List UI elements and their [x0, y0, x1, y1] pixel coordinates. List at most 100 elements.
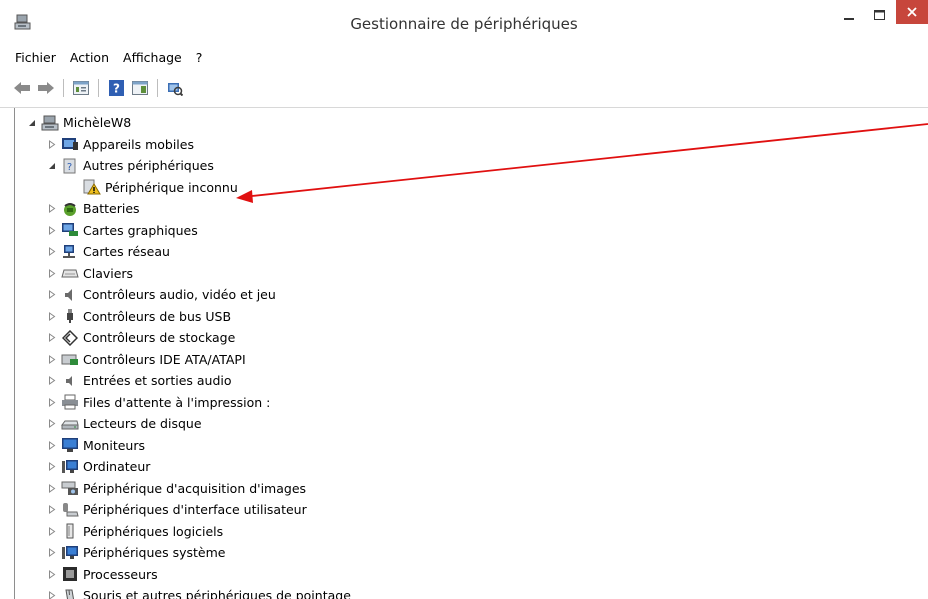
- collapsed-triangle-icon[interactable]: [45, 202, 59, 216]
- back-arrow-icon[interactable]: [12, 78, 32, 98]
- properties-icon[interactable]: [71, 78, 91, 98]
- audio-io-icon: [61, 373, 79, 389]
- tree-node-unknown-device[interactable]: Périphérique inconnu: [15, 177, 351, 199]
- collapsed-triangle-icon[interactable]: [45, 137, 59, 151]
- tree-node-label: Contrôleurs de bus USB: [83, 308, 232, 324]
- tree-node-display-adapters[interactable]: Cartes graphiques: [15, 220, 351, 242]
- tree-node-network-adapters[interactable]: Cartes réseau: [15, 241, 351, 263]
- tree-node-processors[interactable]: Processeurs: [15, 564, 351, 586]
- menu-affichage[interactable]: Affichage: [116, 50, 189, 65]
- collapsed-triangle-icon[interactable]: [45, 460, 59, 474]
- collapsed-triangle-icon[interactable]: [45, 309, 59, 323]
- collapsed-triangle-icon[interactable]: [45, 374, 59, 388]
- tree-node-label: Entrées et sorties audio: [83, 373, 232, 389]
- collapsed-triangle-icon[interactable]: [45, 481, 59, 495]
- hid-icon: [61, 502, 79, 518]
- collapsed-triangle-icon[interactable]: [45, 417, 59, 431]
- collapsed-triangle-icon[interactable]: [45, 223, 59, 237]
- tree-node-label: Périphériques logiciels: [83, 523, 224, 539]
- toolbar-separator: [157, 78, 158, 97]
- menu-action[interactable]: Action: [63, 50, 116, 65]
- collapsed-triangle-icon[interactable]: [45, 503, 59, 517]
- close-icon: [907, 7, 917, 17]
- mouse-icon: [61, 588, 79, 599]
- minimize-button[interactable]: [836, 4, 862, 26]
- tree-node-label: Files d'attente à l'impression :: [83, 394, 271, 410]
- svg-text:?: ?: [113, 81, 120, 95]
- tree-node-system-devices[interactable]: Périphériques système: [15, 542, 351, 564]
- tree-node-label: Claviers: [83, 265, 134, 281]
- tree-node-label: Batteries: [83, 201, 140, 217]
- battery-icon: [61, 201, 79, 217]
- tree-node-batteries[interactable]: Batteries: [15, 198, 351, 220]
- expanded-triangle-icon[interactable]: [45, 159, 59, 173]
- svg-text:?: ?: [67, 162, 72, 173]
- collapsed-triangle-icon[interactable]: [45, 266, 59, 280]
- scanner-camera-icon: [61, 480, 79, 496]
- tree-node-storage-controllers[interactable]: Contrôleurs de stockage: [15, 327, 351, 349]
- printer-icon: [61, 394, 79, 410]
- device-tree: MichèleW8 Appareils mobiles ? Autres pér…: [15, 112, 351, 599]
- keyboard-icon: [61, 265, 79, 281]
- collapsed-triangle-icon[interactable]: [45, 288, 59, 302]
- tree-node-label: Périphériques d'interface utilisateur: [83, 502, 307, 518]
- scan-hardware-icon[interactable]: [165, 78, 185, 98]
- collapsed-triangle-icon[interactable]: [45, 395, 59, 409]
- expanded-triangle-icon[interactable]: [25, 116, 39, 130]
- tree-node-sound-controllers[interactable]: Contrôleurs audio, vidéo et jeu: [15, 284, 351, 306]
- disk-drive-icon: [61, 416, 79, 432]
- tree-node-audio-io[interactable]: Entrées et sorties audio: [15, 370, 351, 392]
- tree-node-computer[interactable]: Ordinateur: [15, 456, 351, 478]
- tree-node-label: Appareils mobiles: [83, 136, 194, 152]
- collapsed-triangle-icon[interactable]: [45, 438, 59, 452]
- toolbar-separator: [98, 78, 99, 97]
- menu-help[interactable]: ?: [189, 50, 210, 65]
- tree-node-label: Processeurs: [83, 566, 158, 582]
- show-hide-icon[interactable]: [130, 78, 150, 98]
- title-bar: Gestionnaire de périphériques: [0, 0, 928, 46]
- close-button[interactable]: [896, 0, 928, 24]
- tree-node-disk-drives[interactable]: Lecteurs de disque: [15, 413, 351, 435]
- tree-node-mobile[interactable]: Appareils mobiles: [15, 134, 351, 156]
- collapsed-triangle-icon[interactable]: [45, 546, 59, 560]
- tree-node-print-queues[interactable]: Files d'attente à l'impression :: [15, 392, 351, 414]
- tree-root-node[interactable]: MichèleW8: [15, 112, 351, 134]
- forward-arrow-icon[interactable]: [36, 78, 56, 98]
- collapsed-triangle-icon[interactable]: [45, 524, 59, 538]
- computer-monitor-icon: [61, 459, 79, 475]
- collapsed-triangle-icon[interactable]: [45, 245, 59, 259]
- tree-node-label: Ordinateur: [83, 459, 151, 475]
- tree-node-hid[interactable]: Périphériques d'interface utilisateur: [15, 499, 351, 521]
- tree-node-label: Moniteurs: [83, 437, 145, 453]
- collapsed-triangle-icon[interactable]: [45, 567, 59, 581]
- storage-controller-icon: [61, 329, 79, 346]
- collapsed-triangle-icon[interactable]: [45, 331, 59, 345]
- tree-node-monitors[interactable]: Moniteurs: [15, 435, 351, 457]
- toolbar-separator: [63, 78, 64, 97]
- tree-node-label: Contrôleurs de stockage: [83, 330, 236, 346]
- mobile-device-icon: [61, 136, 79, 152]
- speaker-icon: [61, 287, 79, 303]
- tree-node-keyboards[interactable]: Claviers: [15, 263, 351, 285]
- tree-node-usb-controllers[interactable]: Contrôleurs de bus USB: [15, 306, 351, 328]
- menu-fichier[interactable]: Fichier: [8, 50, 63, 65]
- system-device-icon: [61, 545, 79, 561]
- help-icon[interactable]: ?: [106, 78, 126, 98]
- tree-node-label: Lecteurs de disque: [83, 416, 202, 432]
- tree-node-software-devices[interactable]: Périphériques logiciels: [15, 521, 351, 543]
- maximize-button[interactable]: [866, 4, 892, 26]
- toolbar: ?: [0, 68, 928, 108]
- tree-node-other-devices[interactable]: ? Autres périphériques: [15, 155, 351, 177]
- tree-node-mice[interactable]: Souris et autres périphériques de pointa…: [15, 585, 351, 599]
- tree-node-label: Cartes réseau: [83, 244, 170, 260]
- software-device-icon: [61, 523, 79, 539]
- unknown-device-icon: ?: [61, 158, 79, 174]
- window-title: Gestionnaire de périphériques: [350, 15, 578, 33]
- collapsed-triangle-icon[interactable]: [45, 352, 59, 366]
- monitor-icon: [61, 437, 79, 453]
- tree-node-ide-controllers[interactable]: Contrôleurs IDE ATA/ATAPI: [15, 349, 351, 371]
- collapsed-triangle-icon[interactable]: [45, 589, 59, 599]
- tree-node-imaging-devices[interactable]: Périphérique d'acquisition d'images: [15, 478, 351, 500]
- tree-node-label: MichèleW8: [63, 115, 132, 131]
- tree-node-label: Cartes graphiques: [83, 222, 198, 238]
